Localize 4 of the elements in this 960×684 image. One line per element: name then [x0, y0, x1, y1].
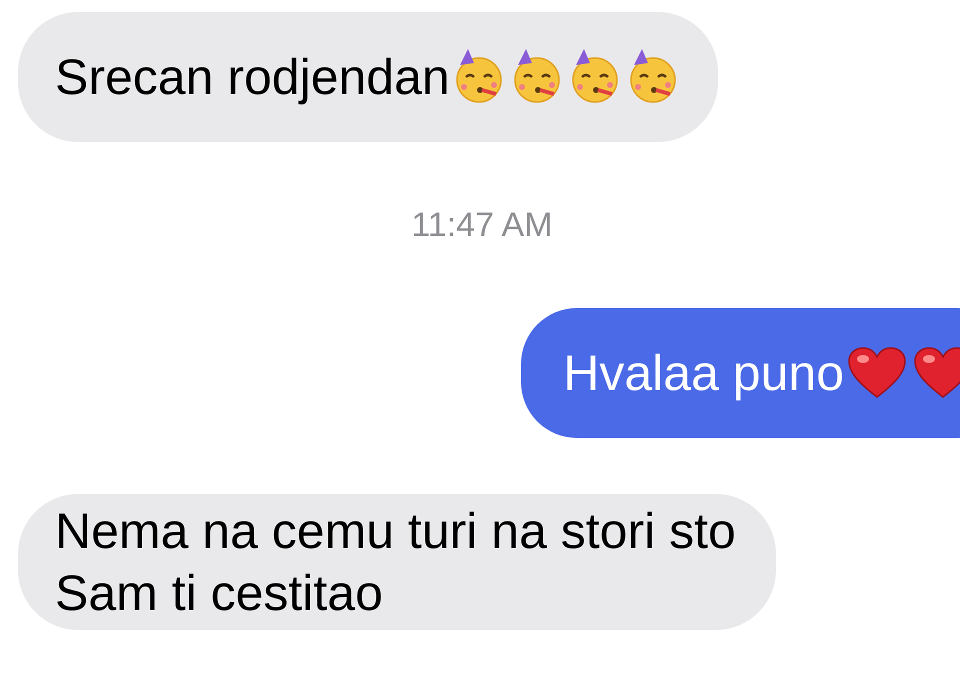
- message-text: Srecan rodjendan: [55, 48, 450, 107]
- message-text: Hvalaa puno: [563, 344, 844, 403]
- message-text: Nema na cemu turi na stori sto Sam ti cestitao: [55, 502, 736, 623]
- message-timestamp: 11:47 AM: [410, 204, 553, 246]
